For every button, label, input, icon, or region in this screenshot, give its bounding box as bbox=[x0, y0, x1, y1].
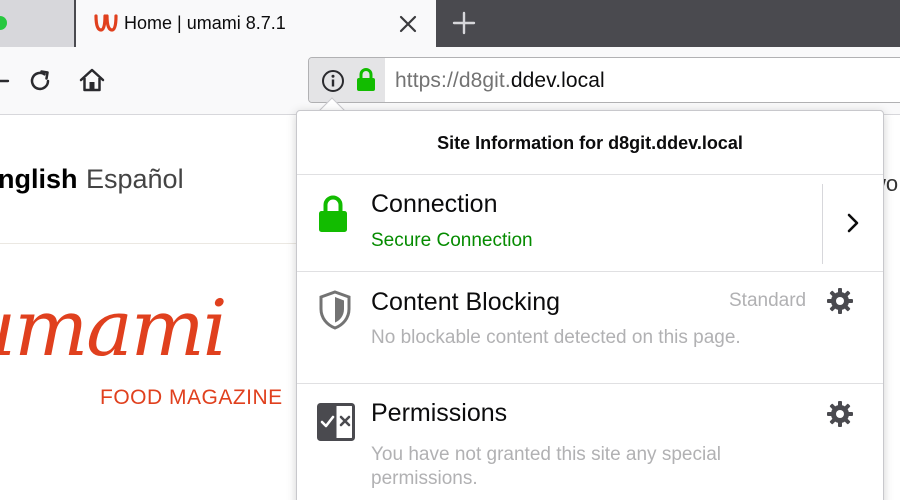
language-link-english[interactable]: English bbox=[0, 164, 78, 195]
lock-icon bbox=[357, 68, 375, 91]
content-blocking-title: Content Blocking bbox=[371, 288, 561, 316]
home-icon[interactable] bbox=[78, 66, 106, 94]
panel-title: Site Information for d8git.ddev.local bbox=[437, 133, 743, 153]
permissions-title: Permissions bbox=[371, 399, 508, 427]
back-arrow-icon[interactable] bbox=[0, 69, 10, 93]
umami-favicon-icon bbox=[94, 14, 118, 32]
shield-icon bbox=[319, 290, 351, 330]
gear-icon[interactable] bbox=[826, 400, 854, 428]
gear-icon[interactable] bbox=[826, 287, 854, 315]
divider bbox=[822, 184, 823, 264]
connection-title: Connection bbox=[371, 190, 498, 218]
permissions-description: You have not granted this site any speci… bbox=[371, 444, 721, 489]
chevron-right-icon[interactable] bbox=[843, 209, 863, 237]
url-bar[interactable]: https://d8git.ddev.local bbox=[308, 57, 900, 103]
reload-icon[interactable] bbox=[27, 68, 53, 94]
content-blocking-level: Standard bbox=[729, 290, 807, 311]
permissions-icon bbox=[317, 403, 355, 441]
info-icon[interactable] bbox=[321, 69, 345, 93]
site-identity-button[interactable] bbox=[309, 58, 385, 102]
connection-status: Secure Connection bbox=[371, 230, 533, 251]
content-blocking-description: No blockable content detected on this pa… bbox=[371, 327, 741, 348]
umami-logo-wordmark[interactable]: umami bbox=[0, 284, 228, 374]
permissions-section: Permissions You have not granted this si… bbox=[297, 385, 883, 500]
logo-tagline: FOOD MAGAZINE bbox=[100, 386, 283, 409]
tab-strip: Home | umami 8.7.1 bbox=[0, 0, 900, 47]
site-information-panel: Site Information for d8git.ddev.local Co… bbox=[296, 110, 884, 500]
window-zoom-button[interactable] bbox=[0, 16, 7, 30]
tab-home[interactable]: Home | umami 8.7.1 bbox=[76, 0, 436, 47]
divider bbox=[0, 243, 300, 244]
content-blocking-section: Content Blocking Standard No blockable c… bbox=[297, 273, 883, 384]
connection-section[interactable]: Connection Secure Connection bbox=[297, 176, 883, 272]
tab-title: Home | umami 8.7.1 bbox=[124, 13, 286, 33]
url-prefix: https://d8git. bbox=[395, 69, 511, 92]
panel-header: Site Information for d8git.ddev.local bbox=[297, 111, 883, 175]
url-host: ddev.local bbox=[510, 69, 605, 92]
lock-icon bbox=[319, 195, 347, 232]
previous-tab[interactable] bbox=[0, 0, 74, 47]
nav-toolbar: https://d8git.ddev.local bbox=[0, 47, 900, 115]
close-icon[interactable] bbox=[396, 12, 420, 36]
plus-icon[interactable] bbox=[450, 9, 478, 37]
url-text[interactable]: https://d8git.ddev.local bbox=[395, 69, 605, 93]
language-link-espanol[interactable]: Español bbox=[86, 164, 184, 195]
